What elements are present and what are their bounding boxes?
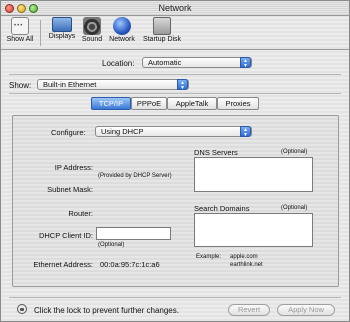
location-label: Location: — [102, 59, 135, 68]
tab-appletalk[interactable]: AppleTalk — [167, 97, 217, 110]
dns-servers-optional: (Optional) — [281, 149, 308, 155]
toolbar-show-all[interactable]: Show All — [2, 17, 38, 43]
revert-button[interactable]: Revert — [228, 304, 270, 316]
toolbar-separator — [40, 20, 41, 46]
ethernet-address-label: Ethernet Address: — [33, 260, 93, 269]
dhcp-client-id-field[interactable] — [96, 227, 171, 240]
network-icon — [113, 17, 131, 35]
lock-message: Click the lock to prevent further change… — [34, 306, 179, 315]
popup-arrows-icon: ▲ ▼ — [177, 79, 188, 91]
tab-pppoe[interactable]: PPPoE — [131, 97, 167, 110]
show-label: Show: — [9, 81, 32, 90]
dhcp-client-id-note: (Optional) — [98, 242, 125, 248]
tab-tcpip[interactable]: TCP/IP — [91, 97, 131, 110]
divider — [9, 74, 341, 75]
sound-icon — [83, 17, 101, 35]
network-preferences-window: Network Show All Displays Sound Network … — [0, 0, 350, 322]
divider — [9, 297, 341, 298]
toolbar-startup-disk-label: Startup Disk — [142, 36, 182, 43]
configure-label: Configure: — [51, 128, 86, 137]
location-value: Automatic — [148, 58, 182, 67]
popup-arrows-icon: ▲ ▼ — [240, 57, 251, 69]
displays-icon — [52, 17, 72, 32]
title-bar[interactable]: Network — [1, 1, 349, 16]
search-domains-field[interactable] — [194, 213, 313, 247]
preferences-toolbar: Show All Displays Sound Network Startup … — [1, 16, 349, 50]
example-line-1: apple.com — [230, 254, 258, 260]
search-domains-label: Search Domains — [194, 204, 250, 213]
tab-proxies[interactable]: Proxies — [217, 97, 259, 110]
toolbar-startup-disk[interactable]: Startup Disk — [141, 17, 183, 43]
ip-address-note: (Provided by DHCP Server) — [98, 173, 172, 179]
startup-disk-icon — [153, 17, 171, 35]
divider — [9, 93, 341, 94]
example-line-2: earthlink.net — [230, 262, 263, 268]
show-all-icon — [11, 17, 29, 35]
example-label: Example: — [196, 254, 222, 260]
dns-servers-field[interactable] — [194, 157, 313, 192]
configure-popup[interactable]: Using DHCP ▲ ▼ — [95, 126, 252, 138]
apply-now-button[interactable]: Apply Now — [277, 304, 335, 316]
router-label: Router: — [68, 209, 93, 218]
toolbar-show-all-label: Show All — [6, 36, 34, 43]
show-value: Built-in Ethernet — [43, 80, 97, 89]
window-title: Network — [158, 3, 192, 13]
dhcp-client-id-label: DHCP Client ID: — [38, 231, 93, 240]
ip-address-label: IP Address: — [54, 163, 93, 172]
dns-servers-label: DNS Servers — [194, 148, 238, 157]
toolbar-network[interactable]: Network — [104, 17, 140, 43]
ethernet-address-value: 00:0a:95:7c:1c:a6 — [100, 260, 160, 269]
search-domains-optional: (Optional) — [281, 205, 308, 211]
popup-arrows-icon: ▲ ▼ — [240, 126, 251, 138]
toolbar-network-label: Network — [109, 36, 135, 43]
show-popup[interactable]: Built-in Ethernet ▲ ▼ — [37, 79, 189, 91]
subnet-mask-label: Subnet Mask: — [47, 185, 93, 194]
lock-icon[interactable] — [17, 304, 27, 314]
location-popup[interactable]: Automatic ▲ ▼ — [142, 57, 252, 69]
configure-value: Using DHCP — [101, 127, 144, 136]
